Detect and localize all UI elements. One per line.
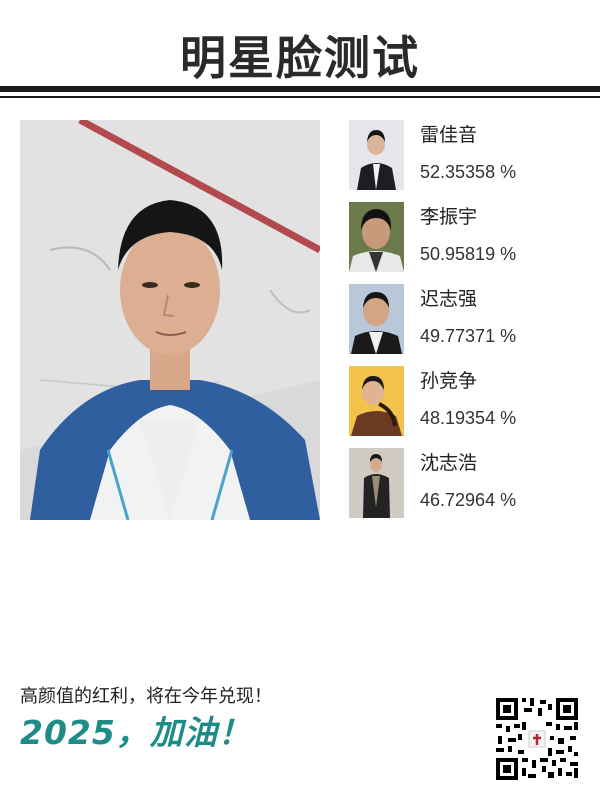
qr-code-icon bbox=[494, 696, 580, 782]
list-item: 孙竞争 48.19354 % bbox=[349, 366, 589, 448]
header: 明星脸测试 bbox=[0, 0, 600, 100]
celebrity-name: 雷佳音 bbox=[420, 124, 478, 146]
cheer-text: 2025，加油！ bbox=[20, 713, 252, 752]
list-item: 迟志强 49.77371 % bbox=[349, 284, 589, 366]
celebrity-name: 迟志强 bbox=[420, 288, 478, 310]
person-icon bbox=[349, 366, 404, 436]
list-item: 李振宇 50.95819 % bbox=[349, 202, 589, 284]
person-portrait-icon bbox=[20, 120, 320, 520]
similarity-score: 49.77371 % bbox=[420, 326, 517, 346]
person-icon bbox=[349, 202, 404, 272]
celebrity-thumbnail bbox=[349, 202, 404, 272]
celebrity-thumbnail bbox=[349, 448, 404, 518]
header-divider-thick bbox=[0, 86, 600, 92]
slogan-text: 高颜值的红利，将在今年兑现！ bbox=[20, 686, 272, 707]
similarity-score: 48.19354 % bbox=[420, 408, 517, 428]
list-item: 沈志浩 46.72964 % bbox=[349, 448, 589, 530]
person-icon bbox=[349, 448, 404, 518]
similarity-score: 46.72964 % bbox=[420, 490, 517, 510]
celebrity-name: 孙竞争 bbox=[420, 370, 478, 392]
page-title: 明星脸测试 bbox=[180, 31, 420, 85]
celebrity-name: 沈志浩 bbox=[420, 452, 478, 474]
qr-code-graphic bbox=[494, 696, 580, 782]
similarity-score: 50.95819 % bbox=[420, 244, 517, 264]
person-icon bbox=[349, 284, 404, 354]
celebrity-name: 李振宇 bbox=[420, 206, 478, 228]
person-icon bbox=[349, 120, 404, 190]
celebrity-thumbnail bbox=[349, 120, 404, 190]
celebrity-thumbnail bbox=[349, 366, 404, 436]
celebrity-thumbnail bbox=[349, 284, 404, 354]
similarity-score: 52.35358 % bbox=[420, 162, 517, 182]
list-item: 雷佳音 52.35358 % bbox=[349, 120, 589, 202]
header-divider-thin bbox=[0, 96, 600, 98]
uploaded-face-photo bbox=[20, 120, 320, 520]
celebrity-match-list: 雷佳音 52.35358 % 李振宇 50.95819 % 迟志强 49.773… bbox=[349, 120, 589, 530]
